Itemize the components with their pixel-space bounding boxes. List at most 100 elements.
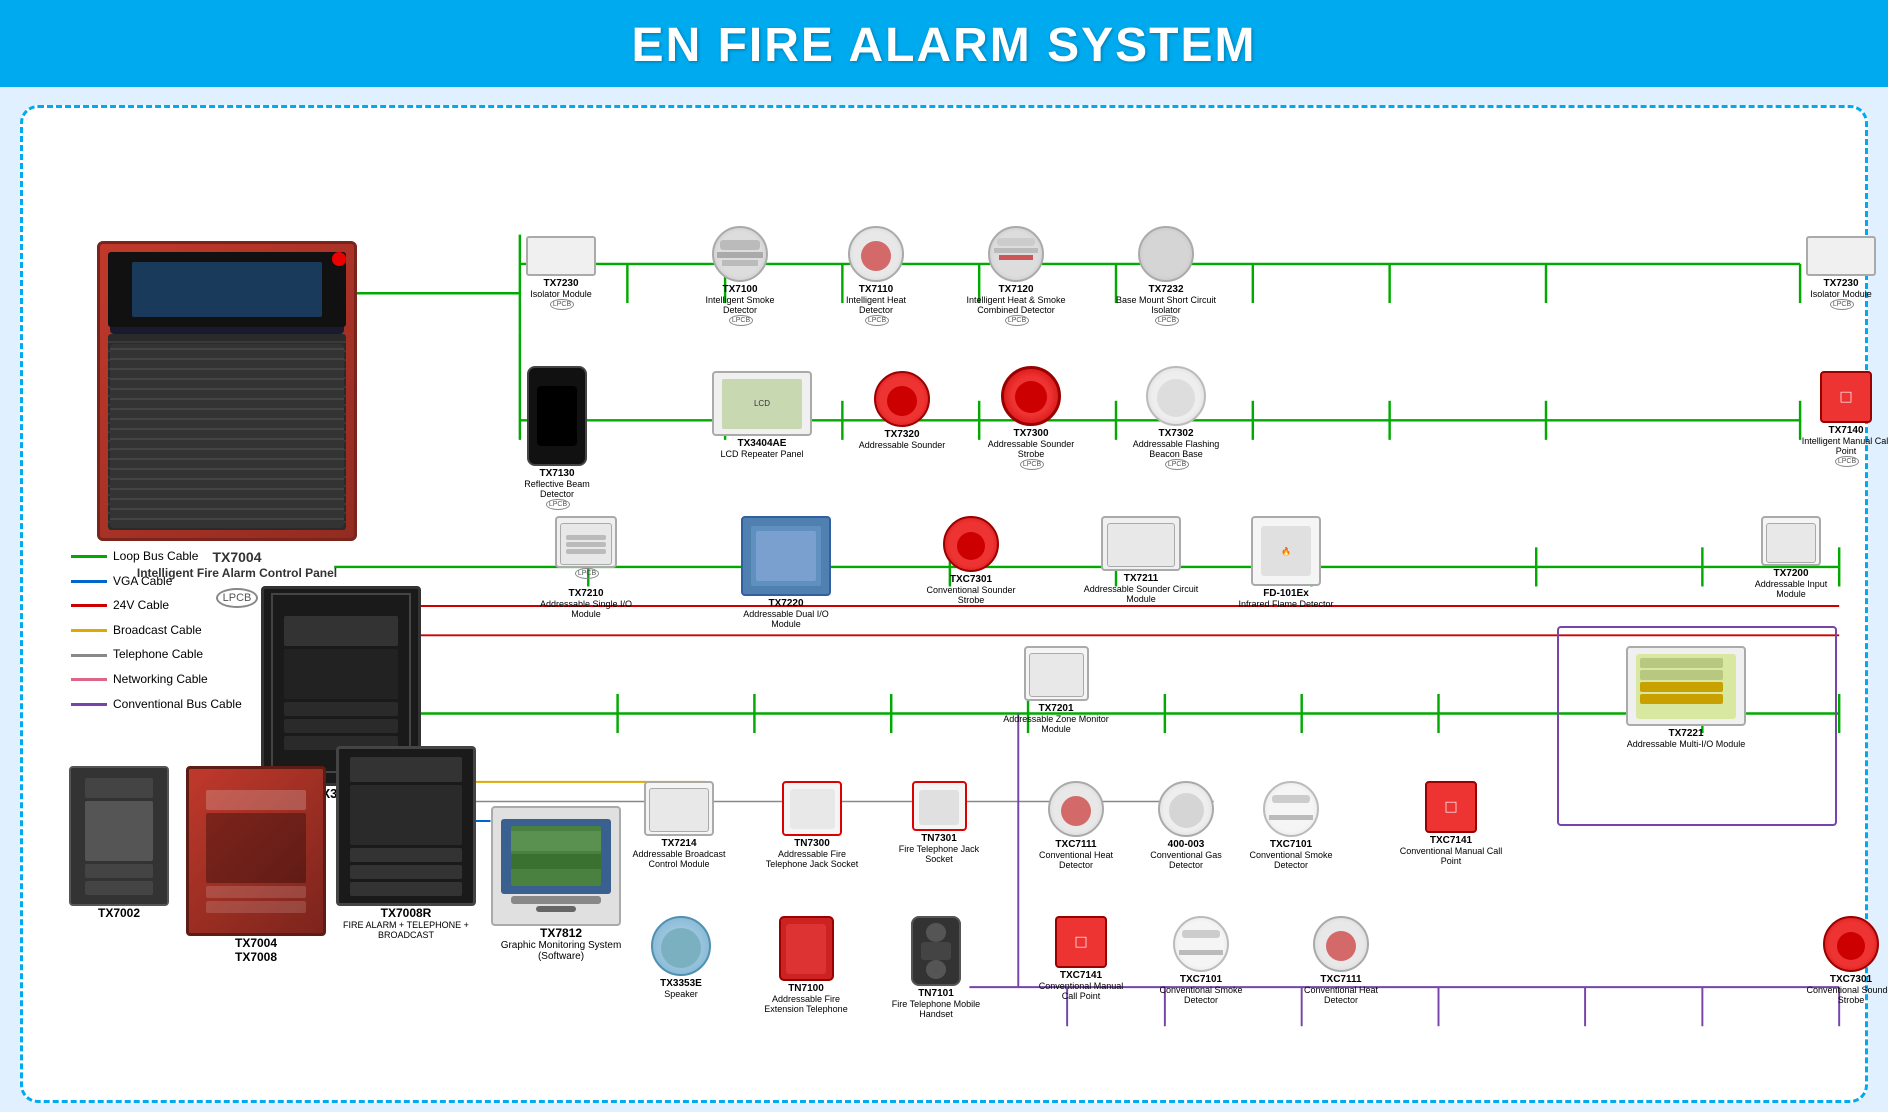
fd101ex-name: Infrared Flame Detector — [1231, 599, 1341, 609]
tx7211-image — [1101, 516, 1181, 571]
tx3404ae-image: LCD — [712, 371, 812, 436]
tx7320-image — [874, 371, 930, 427]
txc7301-conv-model: TXC7301 — [921, 574, 1021, 585]
tx7110-name: Intelligent Heat Detector — [831, 295, 921, 315]
txc7101-smoke-model: TXC7101 — [1241, 839, 1341, 850]
main-container: Loop Bus Cable VGA Cable 24V Cable Broad… — [20, 105, 1868, 1103]
txc7111-heat-image — [1048, 781, 1104, 837]
lpcb-tx7140: LPCB — [1835, 456, 1859, 467]
tx7004-7008-image — [186, 766, 326, 936]
txc7101-smoke-image — [1263, 781, 1319, 837]
txc7111-bottom-device: TXC7111 Conventional Heat Detector — [1291, 916, 1391, 1005]
page-title: EN FIRE ALARM SYSTEM — [0, 18, 1888, 73]
tx7302-image — [1146, 366, 1206, 426]
tn7101-image — [911, 916, 961, 986]
txc7301-bottom-name: Conventional Sounder Strobe — [1801, 985, 1888, 1005]
tx7214-name: Addressable Broadcast Control Module — [619, 849, 739, 869]
txc7301-conv-device: TXC7301 Conventional Sounder Strobe — [921, 516, 1021, 605]
legend-label-conventional-bus: Conventional Bus Cable — [113, 694, 242, 716]
gas-400003-name: Conventional Gas Detector — [1136, 850, 1236, 870]
tx7210-device: LPCB TX7210 Addressable Single I/O Modul… — [531, 516, 641, 619]
tx7232-name: Base Mount Short Circuit Isolator — [1111, 295, 1221, 315]
tx7300-model: TX7300 — [981, 428, 1081, 439]
tx7140-device: TX7140 Intelligent Manual Call Point LPC… — [1801, 371, 1888, 474]
lpcb-tx7230-1: LPCB — [550, 299, 574, 310]
tn7301-model: TN7301 — [889, 833, 989, 844]
tx7221-image — [1626, 646, 1746, 726]
tx3353e-image — [651, 916, 711, 976]
tx3404ae-model: TX3404AE — [707, 438, 817, 449]
tn7300-name: Addressable Fire Telephone Jack Socket — [757, 849, 867, 869]
tx7211-model: TX7211 — [1081, 573, 1201, 584]
tx7201-name: Addressable Zone Monitor Module — [1001, 714, 1111, 734]
tx3353e-device: TX3353E Speaker — [636, 916, 726, 999]
tx7120-image — [988, 226, 1044, 282]
tx7232-model: TX7232 — [1111, 284, 1221, 295]
txc7141-mcp-image — [1425, 781, 1477, 833]
txc7111-bottom-image — [1313, 916, 1369, 972]
tx7200-image — [1761, 516, 1821, 566]
tx7812-device: TX7812 Graphic Monitoring System (Softwa… — [491, 806, 631, 962]
txc7301-bottom-model: TXC7301 — [1801, 974, 1888, 985]
panel-image — [97, 241, 357, 541]
tx7300-name: Addressable Sounder Strobe — [981, 439, 1081, 459]
tx7220-device: TX7220 Addressable Dual I/O Module — [731, 516, 841, 629]
tx7232-device: TX7232 Base Mount Short Circuit Isolator… — [1111, 226, 1221, 333]
tn7300-model: TN7300 — [757, 838, 867, 849]
lpcb-tx7110: LPCB — [865, 315, 889, 326]
lpcb-tx7232: LPCB — [1155, 315, 1179, 326]
txc7111-bottom-name: Conventional Heat Detector — [1291, 985, 1391, 1005]
legend-label-telephone: Telephone Cable — [113, 644, 203, 666]
tx7140-image — [1820, 371, 1872, 423]
tn7100-name: Addressable Fire Extension Telephone — [751, 994, 861, 1014]
tx3404ae-device: LCD TX3404AE LCD Repeater Panel — [707, 371, 817, 459]
legend-telephone: Telephone Cable — [71, 644, 242, 666]
tx7130-model: TX7130 — [507, 468, 607, 479]
tn7300-image — [782, 781, 842, 836]
main-panel-model: TX7004 — [97, 549, 377, 565]
tn7101-device: TN7101 Fire Telephone Mobile Handset — [886, 916, 986, 1019]
txc7301-bottom-device: TXC7301 Conventional Sounder Strobe — [1801, 916, 1888, 1005]
lpcb-tx7100: LPCB — [729, 315, 753, 326]
tx7110-device: TX7110 Intelligent Heat Detector LPCB — [831, 226, 921, 333]
tx7230-1-image — [526, 236, 596, 276]
tn7301-image — [912, 781, 967, 831]
tx7201-image — [1024, 646, 1089, 701]
lpcb-tx7120: LPCB — [1005, 315, 1029, 326]
txc7101-smoke-name: Conventional Smoke Detector — [1241, 850, 1341, 870]
lpcb-tx7210: LPCB — [575, 568, 599, 579]
txc7141-bottom-name: Conventional Manual Call Point — [1031, 981, 1131, 1001]
txc7111-bottom-model: TXC7111 — [1291, 974, 1391, 985]
legend-label-broadcast: Broadcast Cable — [113, 620, 202, 642]
tx7120-name: Intelligent Heat & Smoke Combined Detect… — [961, 295, 1071, 315]
tx7211-device: TX7211 Addressable Sounder Circuit Modul… — [1081, 516, 1201, 604]
tx7008r-image — [336, 746, 476, 906]
tx7100-image — [712, 226, 768, 282]
tx7100-model: TX7100 — [695, 284, 785, 295]
tx7130-device: TX7130 Reflective Beam Detector LPCB — [507, 366, 607, 517]
fd101ex-device: 🔥 FD-101Ex Infrared Flame Detector — [1231, 516, 1341, 609]
tx7221-name: Addressable Multi-I/O Module — [1621, 739, 1751, 749]
tx7320-name: Addressable Sounder — [857, 440, 947, 450]
tx7230-1-model: TX7230 — [521, 278, 601, 289]
lpcb-tx7230-2: LPCB — [1830, 299, 1854, 310]
tx7230-2-image — [1806, 236, 1876, 276]
tx7002-model: TX7002 — [69, 906, 169, 920]
tx7201-device: TX7201 Addressable Zone Monitor Module — [1001, 646, 1111, 734]
tx7214-model: TX7214 — [619, 838, 739, 849]
tx7220-image — [731, 516, 841, 596]
txc7101-bottom-name: Conventional Smoke Detector — [1151, 985, 1251, 1005]
txc7301-conv-image — [943, 516, 999, 572]
tx7210-name: Addressable Single I/O Module — [531, 599, 641, 619]
tx7302-device: TX7302 Addressable Flashing Beacon Base … — [1121, 366, 1231, 477]
tx7812-model: TX7812 — [491, 926, 631, 940]
tx7232-image — [1138, 226, 1194, 282]
txc7111-heat-name: Conventional Heat Detector — [1026, 850, 1126, 870]
tx7120-device: TX7120 Intelligent Heat & Smoke Combined… — [961, 226, 1071, 333]
lpcb-tx7302: LPCB — [1165, 459, 1189, 470]
tx7002-device: TX7002 — [69, 766, 169, 920]
tx7004-7008-model: TX7004 TX7008 — [186, 936, 326, 964]
lpcb-tx7130: LPCB — [546, 499, 570, 510]
tx7140-model: TX7140 — [1801, 425, 1888, 436]
tx7320-model: TX7320 — [857, 429, 947, 440]
